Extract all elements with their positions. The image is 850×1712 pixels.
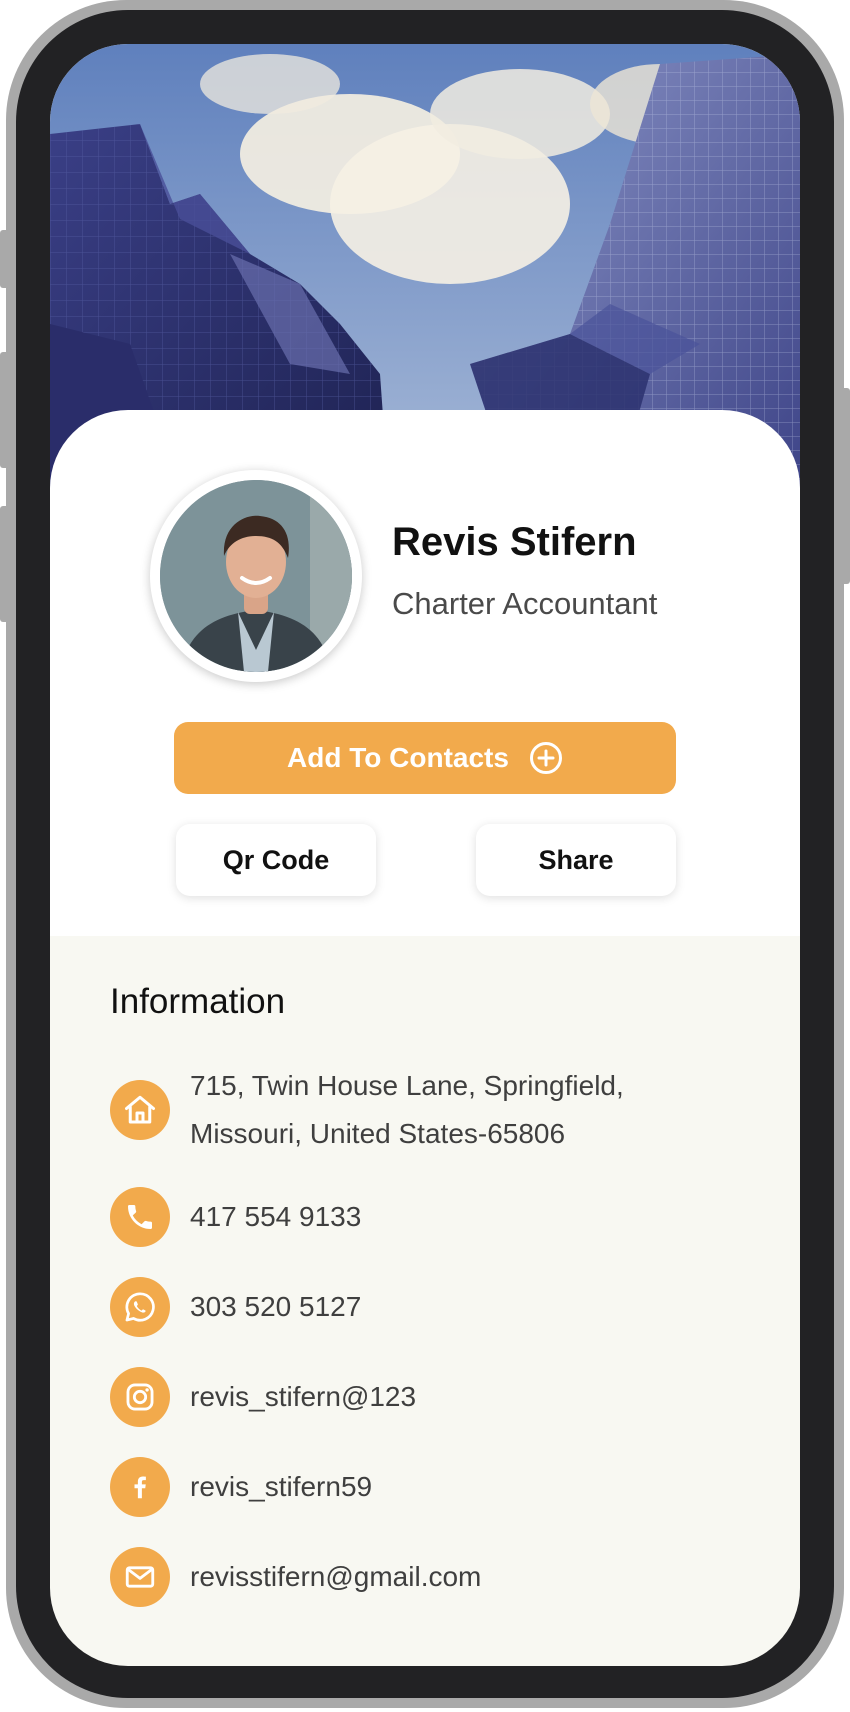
- facebook-handle[interactable]: revis_stifern59: [190, 1463, 372, 1511]
- avatar: [160, 480, 352, 672]
- facebook-icon[interactable]: [110, 1457, 170, 1517]
- whatsapp-icon[interactable]: [110, 1277, 170, 1337]
- instagram-icon[interactable]: [110, 1367, 170, 1427]
- phone-side-button: [840, 388, 850, 584]
- share-button[interactable]: Share: [476, 824, 676, 896]
- home-icon: [110, 1080, 170, 1140]
- phone-number[interactable]: 417 554 9133: [190, 1193, 361, 1241]
- profile-name: Revis Stifern: [392, 520, 637, 564]
- phone-side-button: [0, 506, 10, 622]
- qr-code-label: Qr Code: [222, 844, 330, 875]
- address-line-2: Missouri, United States-65806: [190, 1118, 566, 1149]
- mail-icon[interactable]: [110, 1547, 170, 1607]
- share-label: Share: [538, 844, 614, 875]
- screen: Revis Stifern Charter Accountant Add To …: [50, 44, 800, 1666]
- phone-side-button: [0, 352, 10, 468]
- add-to-contacts-button[interactable]: Add To Contacts: [174, 722, 676, 794]
- information-heading: Information: [110, 982, 286, 1021]
- instagram-handle[interactable]: revis_stifern@123: [190, 1373, 416, 1421]
- email-address[interactable]: revisstifern@gmail.com: [190, 1553, 481, 1601]
- phone-side-button: [0, 230, 10, 288]
- profile-card: [50, 410, 800, 936]
- add-to-contacts-label: Add To Contacts: [287, 742, 509, 773]
- qr-code-button[interactable]: Qr Code: [176, 824, 376, 896]
- plus-circle-icon: [529, 741, 563, 775]
- profile-title: Charter Accountant: [392, 586, 658, 621]
- whatsapp-number[interactable]: 303 520 5127: [190, 1283, 361, 1331]
- address-line-1: 715, Twin House Lane, Springfield,: [190, 1070, 624, 1101]
- phone-icon[interactable]: [110, 1187, 170, 1247]
